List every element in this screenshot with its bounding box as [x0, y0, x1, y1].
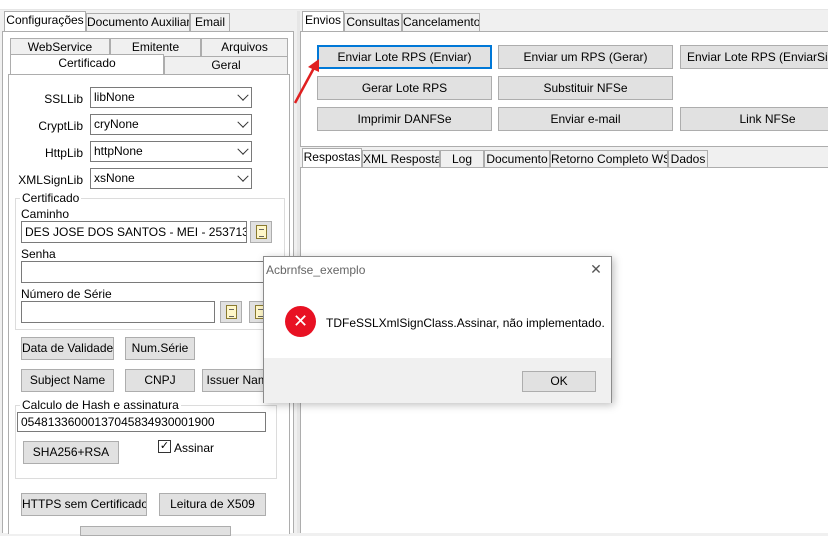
error-dialog: Acbrnfse_exemplo ✕ ✕ TDFeSSLXmlSignClass… [263, 256, 612, 403]
senha-field[interactable] [21, 261, 279, 283]
envios-panel: Enviar Lote RPS (Enviar) Enviar um RPS (… [300, 31, 828, 147]
link-nfse-button[interactable]: Link NFSe [680, 107, 828, 131]
window-titlebar [0, 0, 828, 10]
httplib-label: HttpLib [44, 146, 83, 160]
dialog-message: TDFeSSLXmlSignClass.Assinar, não impleme… [326, 316, 605, 330]
subtab-geral[interactable]: Geral [164, 56, 288, 75]
ok-button[interactable]: OK [522, 371, 596, 392]
caminho-field[interactable]: DES JOSE DOS SANTOS - MEI - 25371319.pfx [21, 221, 247, 243]
subtab-arquivos[interactable]: Arquivos [201, 38, 288, 56]
xmlsignlib-label: XMLSignLib [18, 173, 83, 187]
enviar-um-rps-button[interactable]: Enviar um RPS (Gerar) [498, 45, 673, 69]
cryptlib-value: cryNone [94, 117, 139, 131]
document-icon [226, 305, 237, 319]
chevron-down-icon [237, 116, 249, 128]
caminho-label: Caminho [21, 207, 70, 221]
assinar-label: Assinar [174, 441, 215, 455]
https-sem-certificado-button[interactable]: HTTPS sem Certificado [21, 493, 147, 516]
tab-documento-auxiliar[interactable]: Documento Auxiliar [86, 13, 190, 32]
close-icon[interactable]: ✕ [588, 261, 604, 277]
substituir-nfse-button[interactable]: Substituir NFSe [498, 76, 673, 100]
enviar-email-button[interactable]: Enviar e-mail [498, 107, 673, 131]
chevron-down-icon [237, 89, 249, 101]
numserie-field[interactable] [21, 301, 215, 323]
tab-cancelamento[interactable]: Cancelamento [402, 13, 480, 32]
tab-email[interactable]: Email [190, 13, 230, 32]
subtab-certificado[interactable]: Certificado [10, 54, 164, 75]
assinar-checkbox[interactable]: ✓ [158, 440, 171, 453]
chevron-down-icon [237, 170, 249, 182]
leitura-x509-button[interactable]: Leitura de X509 [159, 493, 266, 516]
httplib-value: httpNone [94, 144, 143, 158]
gerar-lote-rps-button[interactable]: Gerar Lote RPS [317, 76, 492, 100]
xmlsignlib-combo[interactable]: xsNone [90, 168, 252, 189]
document-icon [256, 225, 267, 239]
tab-respostas[interactable]: Respostas [302, 148, 362, 168]
certificado-panel: SSLLib libNone CryptLib cryNone HttpLib … [8, 74, 290, 534]
hash-input[interactable]: 05481336000137045834930001900 [17, 412, 266, 432]
httplib-combo[interactable]: httpNone [90, 141, 252, 162]
ssllib-combo[interactable]: libNone [90, 87, 252, 108]
cryptlib-label: CryptLib [38, 119, 83, 133]
ssllib-label: SSLLib [44, 92, 83, 106]
senha-label: Senha [21, 247, 56, 261]
tab-envios[interactable]: Envios [302, 11, 344, 32]
configuracoes-panel: WebService Emitente Arquivos Certificado… [2, 31, 294, 534]
numserie-label: Número de Série [21, 287, 112, 301]
error-icon: ✕ [285, 306, 316, 337]
certificado-group-title: Certificado [20, 191, 82, 205]
tab-configuracoes[interactable]: Configurações [4, 11, 86, 32]
select-certificate-button[interactable] [220, 301, 242, 323]
browse-file-button[interactable] [250, 221, 272, 243]
chevron-down-icon [237, 143, 249, 155]
sha256-rsa-button[interactable]: SHA256+RSA [23, 441, 119, 464]
subject-name-button[interactable]: Subject Name [21, 369, 114, 392]
ssllib-value: libNone [94, 90, 135, 104]
imprimir-danfse-button[interactable]: Imprimir DANFSe [317, 107, 492, 131]
enviar-lote-rps-button[interactable]: Enviar Lote RPS (Enviar) [317, 45, 492, 69]
cryptlib-combo[interactable]: cryNone [90, 114, 252, 135]
save-config-button[interactable] [80, 526, 231, 536]
cnpj-button[interactable]: CNPJ [125, 369, 195, 392]
annotation-arrow [293, 59, 319, 104]
data-validade-button[interactable]: Data de Validade [21, 337, 114, 360]
num-serie-button[interactable]: Num.Série [125, 337, 195, 360]
xmlsignlib-value: xsNone [94, 171, 135, 185]
dialog-footer: OK [264, 358, 611, 403]
tab-consultas[interactable]: Consultas [344, 13, 402, 32]
hash-group-title: Calculo de Hash e assinatura [20, 398, 181, 412]
enviar-lote-sincrono-button[interactable]: Enviar Lote RPS (EnviarSincrono) [680, 45, 828, 69]
left-pane: Configurações Documento Auxiliar Email W… [0, 11, 297, 536]
dialog-title: Acbrnfse_exemplo [266, 263, 366, 277]
